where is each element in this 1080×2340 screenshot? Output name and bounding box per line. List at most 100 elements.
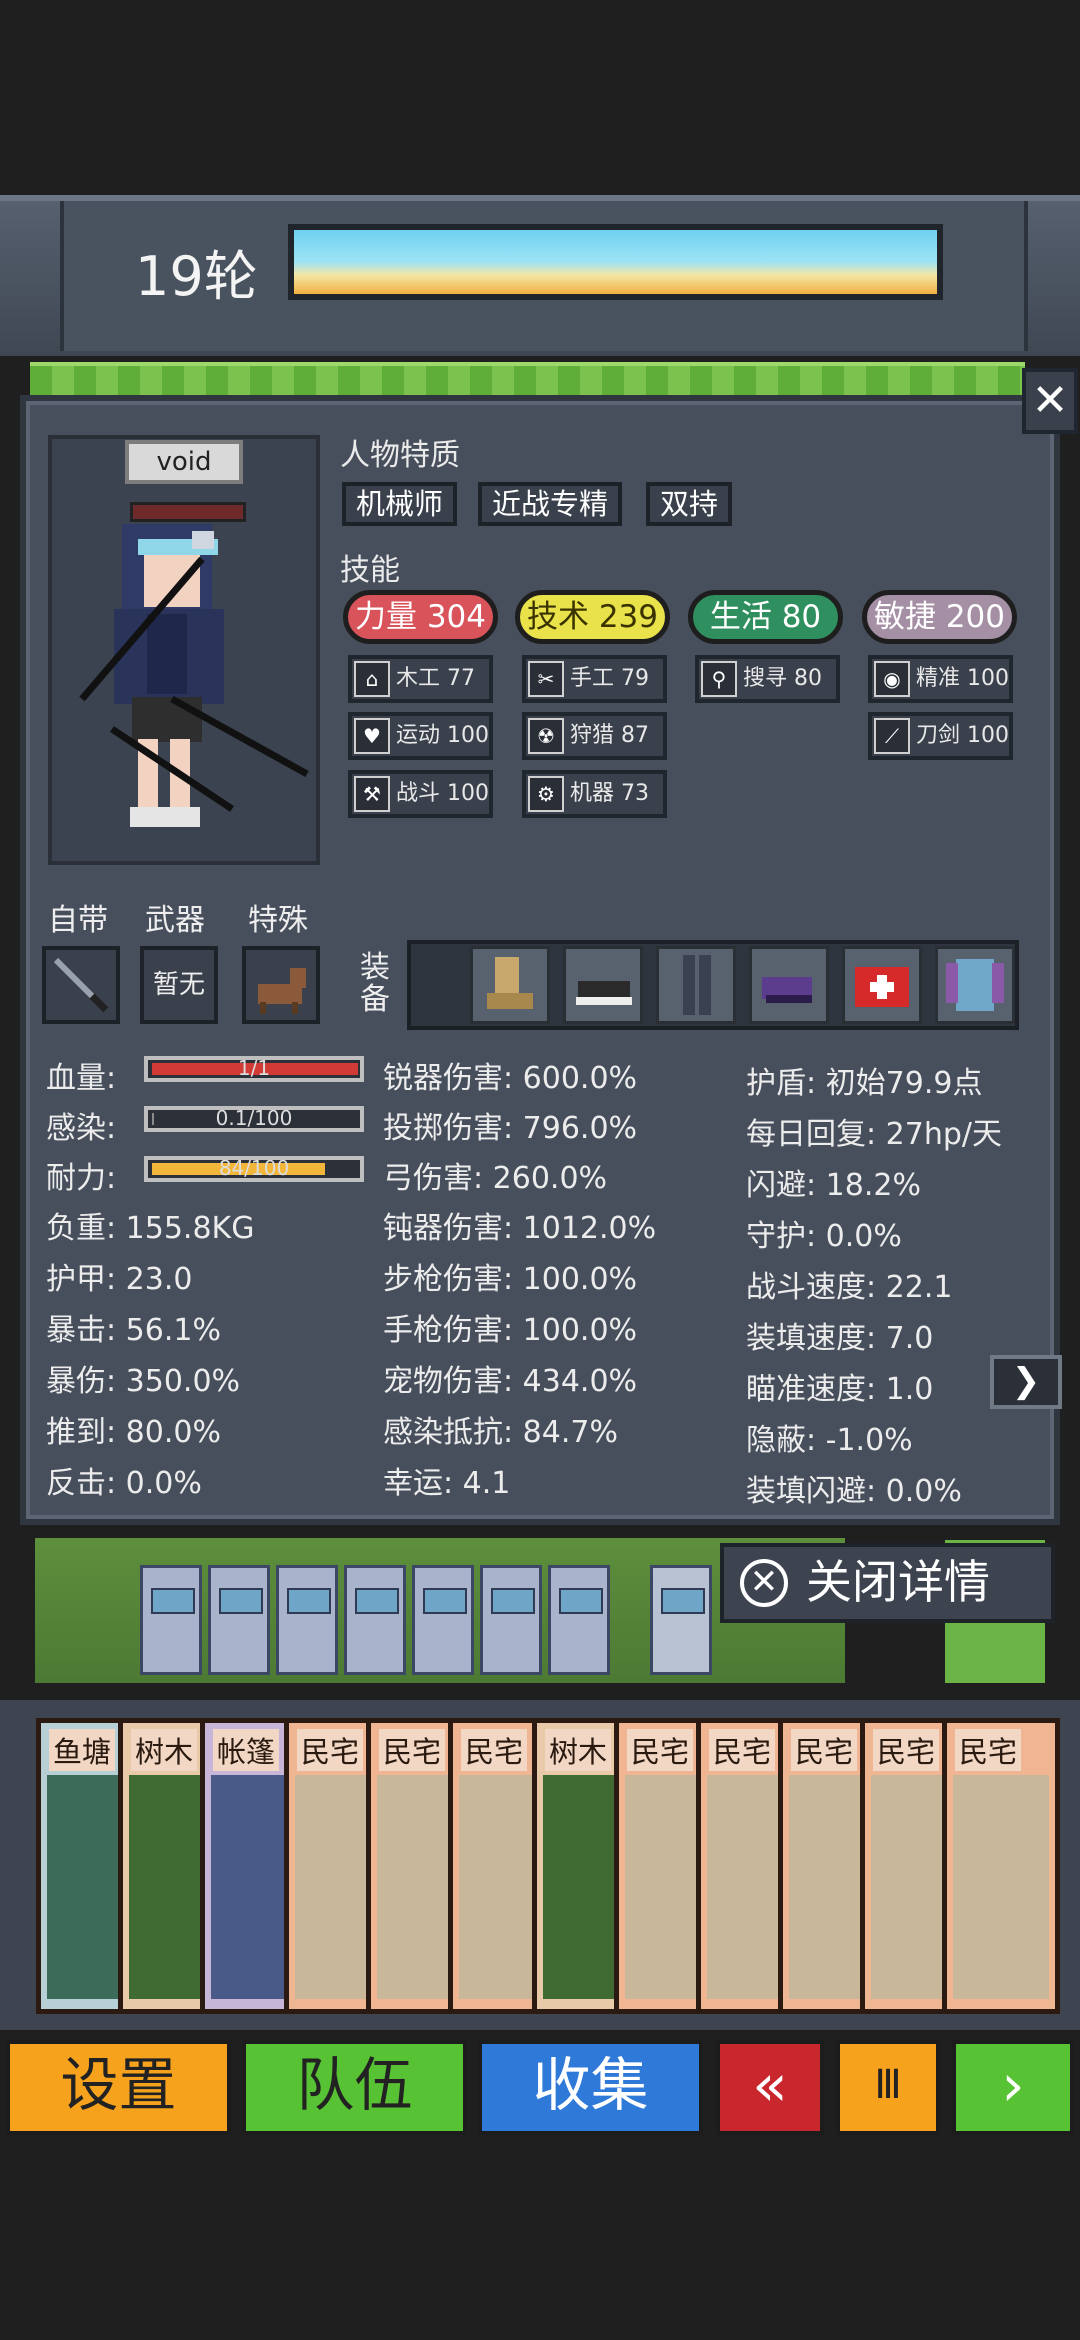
stat-shield: 护盾: 初始79.9点	[746, 1066, 983, 1101]
subskill-crafting[interactable]: ✂ 手工 79	[522, 655, 667, 703]
stat-pistol-damage: 手枪伤害: 100.0%	[383, 1313, 638, 1348]
subskill-athletics[interactable]: ♥ 运动 100	[348, 712, 493, 760]
gear-icon: ⚙	[528, 776, 564, 812]
subskill-label: 战斗 100	[396, 781, 489, 806]
character-name-tag: void	[125, 440, 243, 484]
settings-button[interactable]: 设置	[6, 2040, 231, 2135]
sword-icon: ⟋	[874, 718, 910, 754]
magnifier-icon: ⚲	[701, 661, 737, 697]
subskill-label: 狩猎 87	[570, 723, 649, 748]
character-mini-hp-bar	[130, 502, 246, 522]
pet-dog-icon	[258, 968, 306, 1014]
equip-slot-shoes[interactable]	[563, 946, 643, 1024]
stat-infection-label: 感染:	[46, 1111, 117, 1146]
hp-bar: 1/1	[144, 1056, 364, 1082]
medkit-icon	[855, 967, 909, 1007]
subskill-label: 刀剑 100	[916, 723, 1009, 748]
close-circle-icon: ✕	[740, 1559, 788, 1607]
equip-slot-jacket[interactable]	[935, 946, 1015, 1024]
gloves-icon	[762, 977, 812, 1003]
weapon-slot[interactable]: 暂无	[140, 946, 218, 1024]
card-label: 民宅	[297, 1729, 364, 1771]
stat-crit: 暴击: 56.1%	[46, 1313, 221, 1348]
trait-badge[interactable]: 机械师	[342, 482, 458, 526]
house-tile[interactable]	[650, 1565, 712, 1675]
card-label: 民宅	[873, 1729, 940, 1771]
stat-combat-speed: 战斗速度: 22.1	[746, 1270, 953, 1305]
stat-knockdown: 推到: 80.0%	[46, 1415, 221, 1450]
close-icon[interactable]: ✕	[1022, 368, 1078, 434]
stat-luck: 幸运: 4.1	[383, 1466, 511, 1501]
sneaker-icon	[576, 981, 632, 1005]
skill-group-strength[interactable]: 力量 304	[343, 590, 498, 644]
stat-stamina-label: 耐力:	[46, 1161, 117, 1196]
team-button[interactable]: 队伍	[242, 2040, 467, 2135]
house-icon: ⌂	[354, 661, 390, 697]
house-tile[interactable]	[412, 1565, 474, 1675]
equip-slot-boots[interactable]	[470, 946, 550, 1024]
play-button[interactable]: ›	[952, 2040, 1074, 2135]
equip-slot-pants[interactable]	[656, 946, 736, 1024]
stat-reload-speed: 装填速度: 7.0	[746, 1321, 934, 1356]
stat-armor: 护甲: 23.0	[46, 1262, 193, 1297]
trait-badge[interactable]: 双持	[646, 482, 733, 526]
stat-daily-regen: 每日回复: 27hp/天	[746, 1117, 1002, 1152]
collection-button[interactable]: 收集	[478, 2040, 703, 2135]
house-tile[interactable]	[276, 1565, 338, 1675]
skills-title: 技能	[340, 553, 400, 588]
card-label: 树木	[131, 1729, 198, 1771]
stat-guard: 守护: 0.0%	[746, 1219, 902, 1254]
subskill-hunting[interactable]: ☢ 狩猎 87	[522, 712, 667, 760]
stat-infection-resist: 感染抵抗: 84.7%	[383, 1415, 618, 1450]
card-art	[953, 1775, 1049, 1999]
stat-crit-damage: 暴伤: 350.0%	[46, 1364, 241, 1399]
house-tile[interactable]	[480, 1565, 542, 1675]
card-label: 民宅	[461, 1729, 528, 1771]
round-label: 19轮	[135, 245, 258, 308]
card-label: 树木	[545, 1729, 612, 1771]
subskill-precision[interactable]: ◉ 精准 100	[868, 655, 1013, 703]
card-label: 民宅	[791, 1729, 858, 1771]
day-progress-sky	[288, 224, 943, 300]
equip-slot-medkit[interactable]	[842, 946, 922, 1024]
special-slot[interactable]	[242, 946, 320, 1024]
card-label: 帐篷	[213, 1729, 280, 1771]
house-tile[interactable]	[344, 1565, 406, 1675]
innate-slot-label: 自带	[48, 903, 108, 938]
house-tile[interactable]	[208, 1565, 270, 1675]
close-details-button[interactable]: ✕ 关闭详情	[720, 1543, 1055, 1623]
location-card[interactable]: 民宅	[942, 1718, 1060, 2014]
stat-rifle-damage: 步枪伤害: 100.0%	[383, 1262, 638, 1297]
infection-value: 0.1/100	[215, 1106, 293, 1130]
weapon-slot-label: 武器	[145, 903, 205, 938]
subskill-carpentry[interactable]: ⌂ 木工 77	[348, 655, 493, 703]
boot-icon	[487, 957, 533, 1009]
pants-icon	[683, 955, 711, 1015]
subskill-label: 手工 79	[570, 666, 649, 691]
stamina-value: 84/100	[218, 1156, 290, 1180]
stat-hp-label: 血量:	[46, 1061, 117, 1096]
pause-button[interactable]: Ⅲ	[836, 2040, 940, 2135]
stat-reload-dodge: 装填闪避: 0.0%	[746, 1474, 962, 1509]
scissors-icon: ✂	[528, 661, 564, 697]
skill-group-life[interactable]: 生活 80	[688, 590, 843, 644]
skill-group-technique[interactable]: 技术 239	[515, 590, 670, 644]
subskill-blades[interactable]: ⟋ 刀剑 100	[868, 712, 1013, 760]
trait-badge[interactable]: 近战专精	[478, 482, 623, 526]
character-portrait-frame	[48, 435, 320, 865]
next-page-arrow-icon[interactable]: ❯	[990, 1355, 1062, 1409]
subskill-combat[interactable]: ⚒ 战斗 100	[348, 770, 493, 818]
house-tile[interactable]	[140, 1565, 202, 1675]
subskill-label: 搜寻 80	[743, 666, 822, 691]
stat-blunt-damage: 钝器伤害: 1012.0%	[383, 1211, 657, 1246]
rewind-button[interactable]: «	[716, 2040, 824, 2135]
house-tile[interactable]	[548, 1565, 610, 1675]
stat-stealth: 隐蔽: -1.0%	[746, 1423, 913, 1458]
subskill-machinery[interactable]: ⚙ 机器 73	[522, 770, 667, 818]
equip-slot-gloves[interactable]	[749, 946, 829, 1024]
skill-group-agility[interactable]: 敏捷 200	[862, 590, 1017, 644]
innate-slot[interactable]	[42, 946, 120, 1024]
subskill-searching[interactable]: ⚲ 搜寻 80	[695, 655, 840, 703]
subskill-label: 精准 100	[916, 666, 1009, 691]
special-slot-label: 特殊	[248, 903, 308, 938]
